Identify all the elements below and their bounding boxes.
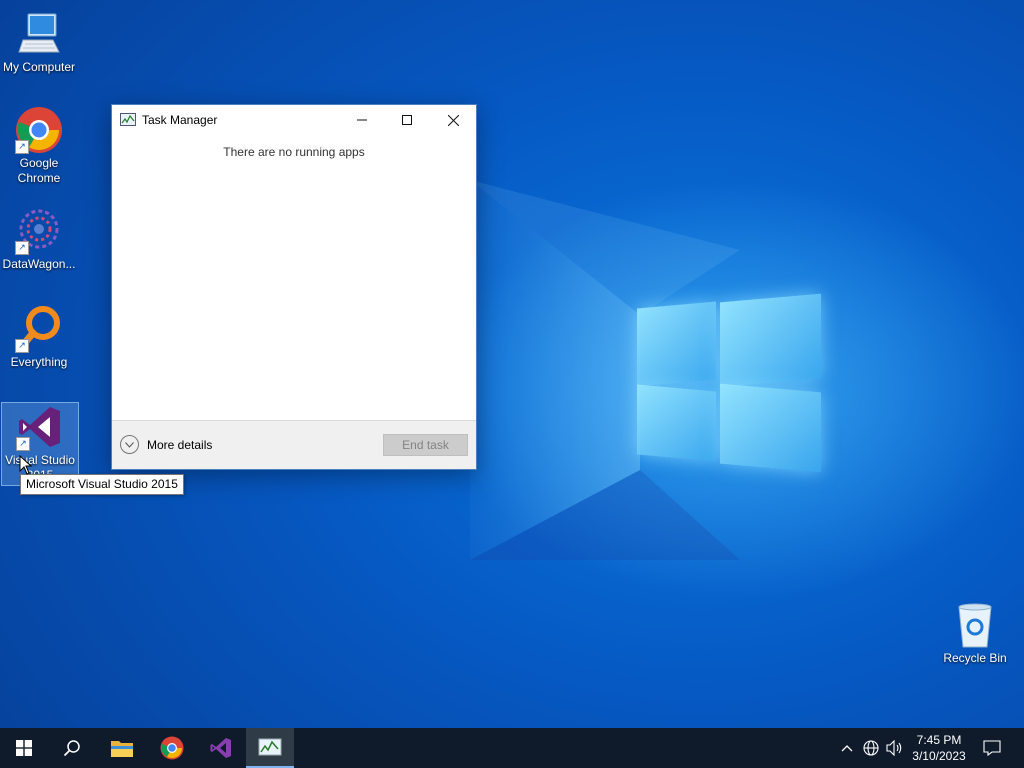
maximize-icon <box>402 115 412 125</box>
desktop-icon-everything[interactable]: ↗ Everything <box>1 305 77 370</box>
taskbar-file-explorer[interactable] <box>98 728 146 768</box>
task-manager-footer: More details End task <box>112 420 476 469</box>
chrome-icon: ↗ <box>15 106 63 154</box>
desktop-icon-google-chrome[interactable]: ↗ Google Chrome <box>1 106 77 186</box>
task-manager-app-icon <box>120 113 136 127</box>
windows-logo-pane-bl <box>637 384 716 462</box>
tooltip: Microsoft Visual Studio 2015 <box>20 474 184 495</box>
close-icon <box>447 114 459 126</box>
maximize-button[interactable] <box>384 105 430 135</box>
close-button[interactable] <box>430 105 476 135</box>
window-title: Task Manager <box>142 113 218 127</box>
start-icon <box>16 740 32 756</box>
shortcut-arrow-icon: ↗ <box>15 339 29 353</box>
mouse-cursor-icon <box>19 455 33 475</box>
desktop-icon-label: My Computer <box>2 60 76 74</box>
shortcut-arrow-icon: ↗ <box>15 140 29 154</box>
desktop-icon-label: Recycle Bin <box>943 651 1007 665</box>
desktop-icon-label: DataWagon... <box>2 257 76 271</box>
clock-time: 7:45 PM <box>916 733 962 747</box>
search-icon <box>63 740 80 757</box>
taskbar-chrome[interactable] <box>148 728 196 768</box>
search-button[interactable] <box>48 728 96 768</box>
notification-center-icon <box>983 740 1001 756</box>
more-details-toggle[interactable]: More details <box>120 435 212 454</box>
magnifier-icon: ↗ <box>15 305 63 353</box>
minimize-icon <box>357 119 367 121</box>
desktop-icon-label: Google Chrome <box>17 156 61 185</box>
volume-icon <box>886 740 902 756</box>
task-manager-window: Task Manager There are no running apps M… <box>111 104 477 470</box>
no-running-apps-message: There are no running apps <box>223 145 365 159</box>
start-button[interactable] <box>0 728 48 768</box>
taskbar-clock[interactable]: 7:45 PM 3/10/2023 <box>903 732 975 764</box>
network-icon <box>863 740 879 756</box>
taskbar-task-manager[interactable] <box>246 728 294 768</box>
shortcut-arrow-icon: ↗ <box>15 241 29 255</box>
taskbar: 7:45 PM 3/10/2023 <box>0 728 1024 768</box>
datawagon-icon: ↗ <box>15 207 63 255</box>
notification-center-button[interactable] <box>978 728 1006 768</box>
show-hidden-icons-icon <box>841 745 853 752</box>
file-explorer-icon <box>111 741 133 757</box>
desktop-icon-my-computer[interactable]: My Computer <box>1 10 77 75</box>
show-hidden-icons-button[interactable] <box>838 728 856 768</box>
visual-studio-icon <box>210 738 231 758</box>
desktop-icon-recycle-bin[interactable]: Recycle Bin <box>937 601 1013 666</box>
recycle-bin-icon <box>951 601 999 649</box>
minimize-button[interactable] <box>339 105 385 135</box>
end-task-button[interactable]: End task <box>383 434 468 456</box>
task-manager-icon <box>258 738 282 756</box>
clock-date: 3/10/2023 <box>912 749 966 763</box>
chrome-icon <box>160 736 184 760</box>
windows-logo-pane-tr <box>720 293 821 388</box>
visual-studio-icon: ↗ <box>16 403 64 451</box>
desktop-icon-datawagon[interactable]: ↗ DataWagon... <box>1 207 77 272</box>
desktop-icon-label: Everything <box>10 355 68 369</box>
chevron-down-icon <box>120 435 139 454</box>
more-details-label: More details <box>147 437 213 452</box>
shortcut-arrow-icon: ↗ <box>16 437 30 451</box>
title-bar[interactable]: Task Manager <box>112 105 476 135</box>
windows-logo-pane-tl <box>637 301 716 387</box>
network-button[interactable] <box>860 728 882 768</box>
computer-icon <box>15 10 63 58</box>
windows-logo-pane-br <box>720 383 821 473</box>
taskbar-visual-studio[interactable] <box>197 728 245 768</box>
